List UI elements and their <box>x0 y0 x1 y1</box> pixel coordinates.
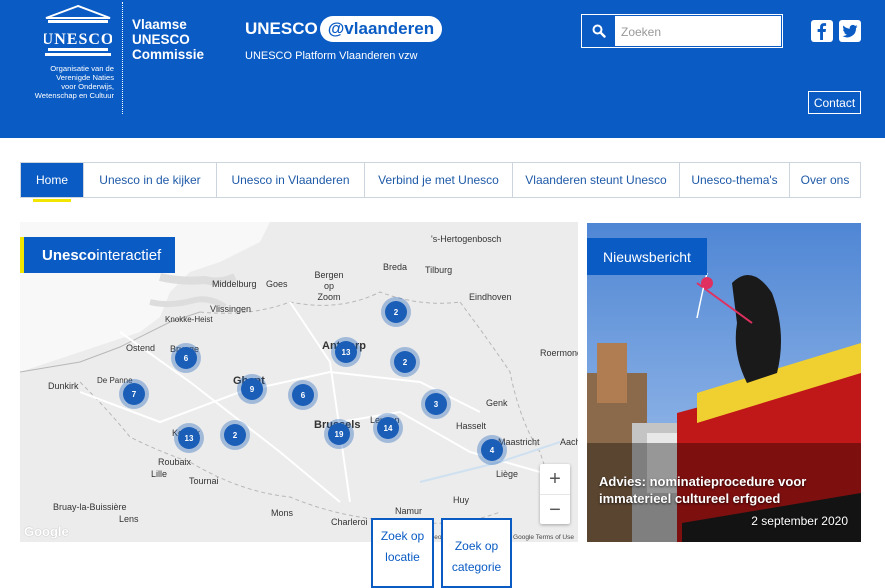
header-divider <box>122 2 123 114</box>
map-label: Eindhoven <box>469 292 512 302</box>
map-label: Hasselt <box>456 421 487 431</box>
map-cluster-marker[interactable]: 4 <box>481 439 503 461</box>
map-label: Aachen <box>560 437 578 447</box>
map-cluster-marker[interactable]: 14 <box>377 417 399 439</box>
search-button[interactable] <box>583 16 615 46</box>
map-cluster-marker[interactable]: 2 <box>394 351 416 373</box>
map-title: Unesco interactief <box>20 237 176 273</box>
search-by-location-button[interactable]: Zoek op locatie <box>371 518 434 588</box>
tab-unesco-in-de-kijker[interactable]: Unesco in de kijker <box>84 163 217 197</box>
map-label: Roubaix <box>158 457 192 467</box>
tab-unesco-in-vlaanderen[interactable]: Unesco in Vlaanderen <box>217 163 365 197</box>
map-label: Roermond <box>540 348 578 358</box>
map-cluster-marker[interactable]: 9 <box>241 378 263 400</box>
map-cluster-marker[interactable]: 3 <box>425 393 447 415</box>
map-cluster-marker[interactable]: 6 <box>292 384 314 406</box>
tab-unesco-themas[interactable]: Unesco-thema's <box>680 163 790 197</box>
search-by-category-button[interactable]: Zoek op categorie <box>441 518 512 588</box>
org-description: Organisatie van de Verenigde Naties voor… <box>34 64 114 100</box>
unesco-temple-logo[interactable]: UNESCO <box>44 4 112 58</box>
map-label: Breda <box>383 262 408 272</box>
tab-home[interactable]: Home <box>21 163 84 202</box>
tab-verbind-je-met-unesco[interactable]: Verbind je met Unesco <box>365 163 513 197</box>
map-label: Dunkirk <box>48 381 79 391</box>
zoom-in-button[interactable]: + <box>540 464 570 495</box>
map-label: Tournai <box>189 476 219 486</box>
facebook-icon[interactable] <box>811 20 833 42</box>
google-logo: Google <box>24 524 69 539</box>
map-label: Middelburg <box>212 279 257 289</box>
search-input[interactable] <box>619 20 778 44</box>
search-box <box>582 15 782 47</box>
news-label: Nieuwsbericht <box>587 238 707 275</box>
map-label: Namur <box>395 506 423 516</box>
interactive-map[interactable]: 's-Hertogenbosch Breda Tilburg Bergen op… <box>20 222 578 542</box>
zoom-out-button[interactable]: − <box>540 495 570 525</box>
map-cluster-marker[interactable]: 7 <box>123 383 145 405</box>
map-label: 's-Hertogenbosch <box>431 234 502 244</box>
news-date: 2 september 2020 <box>751 514 848 528</box>
twitter-icon[interactable] <box>839 20 861 42</box>
map-cluster-marker[interactable]: 2 <box>224 424 246 446</box>
map-label: Mons <box>271 508 294 518</box>
map-label: Liège <box>496 469 519 479</box>
map-label: Genk <box>486 398 508 408</box>
map-label: Knokke-Heist <box>165 315 213 324</box>
map-label: Charleroi <box>331 517 368 527</box>
map-cluster-marker[interactable]: 2 <box>385 301 407 323</box>
tab-over-ons[interactable]: Over ons <box>790 163 860 197</box>
map-cluster-marker[interactable]: 13 <box>178 427 200 449</box>
map-label: Goes <box>266 279 288 289</box>
main-nav: Home Unesco in de kijker Unesco in Vlaan… <box>20 162 861 202</box>
svg-text:UNESCO: UNESCO <box>44 31 112 48</box>
map-label: Lille <box>151 469 168 479</box>
map-cluster-marker[interactable]: 13 <box>335 341 357 363</box>
commission-name[interactable]: Vlaamse UNESCO Commissie <box>132 17 204 62</box>
platform-logo[interactable]: UNESCO @vlaanderen <box>245 14 443 44</box>
map-label: Ostend <box>126 343 156 353</box>
news-card[interactable]: Nieuwsbericht Advies: nominatieprocedure… <box>587 223 861 542</box>
map-label: Tilburg <box>425 265 453 275</box>
site-header: UNESCO Organisatie van de Verenigde Nati… <box>0 0 885 138</box>
contact-button[interactable]: Contact <box>808 91 861 114</box>
map-label: Maastricht <box>498 437 540 447</box>
map-label: Bruay-la-Buissière <box>53 502 127 512</box>
map-label: Vlissingen <box>210 304 252 314</box>
search-icon <box>592 24 606 38</box>
map-label: Huy <box>453 495 470 505</box>
tab-vlaanderen-steunt-unesco[interactable]: Vlaanderen steunt Unesco <box>513 163 680 197</box>
platform-subtitle: UNESCO Platform Vlaanderen vzw <box>245 50 418 62</box>
map-label: Lens <box>119 514 139 524</box>
map-cluster-marker[interactable]: 19 <box>328 423 350 445</box>
news-title[interactable]: Advies: nominatieprocedure voor immateri… <box>599 473 854 507</box>
map-label: Bergen op Zoom <box>314 270 344 302</box>
map-cluster-marker[interactable]: 6 <box>175 347 197 369</box>
map-zoom-control: + − <box>540 464 570 524</box>
